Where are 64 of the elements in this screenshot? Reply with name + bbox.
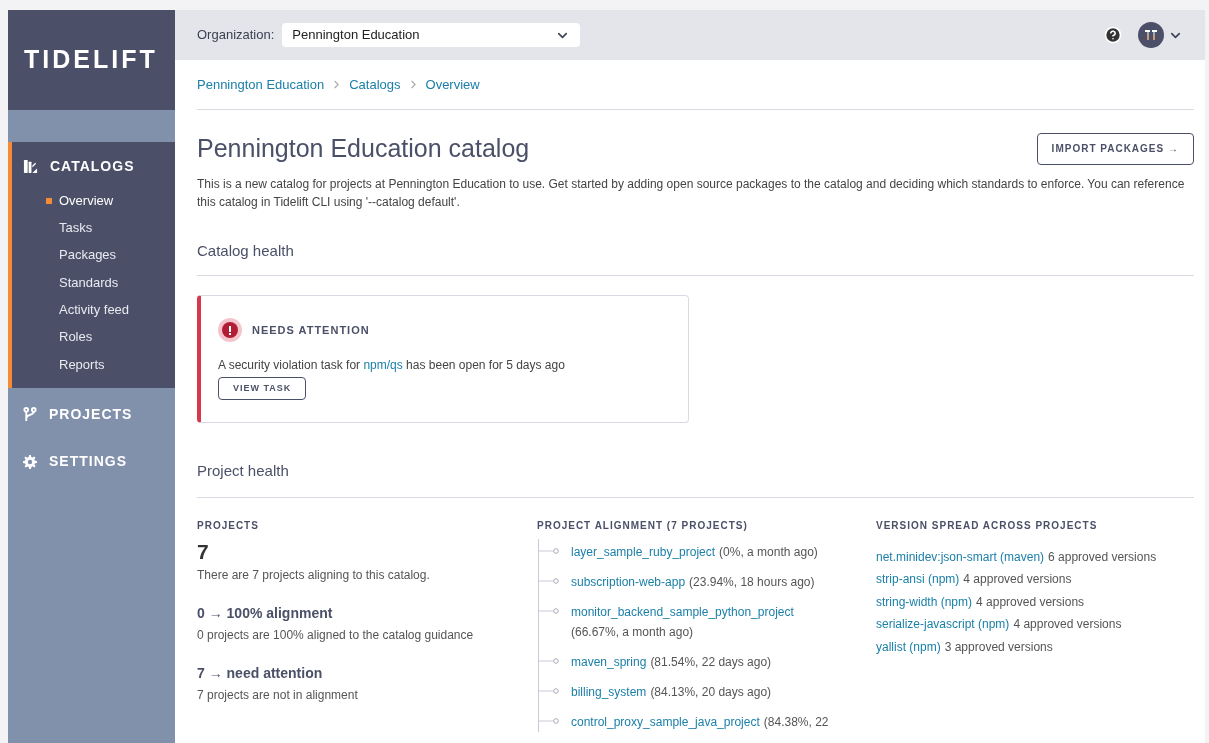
alert-icon xyxy=(218,318,242,342)
package-link[interactable]: npm/qs xyxy=(363,358,403,372)
stat-text: 0 projects are 100% aligned to the catalog guidance xyxy=(197,626,475,644)
sidebar-section[interactable]: PROJECTS xyxy=(8,394,133,436)
selected-marker-icon xyxy=(46,198,52,204)
sidebar-section[interactable]: CATALOGS xyxy=(12,146,135,187)
branch-icon xyxy=(23,407,37,423)
project-link[interactable]: maven_spring xyxy=(571,651,647,672)
project-link[interactable]: layer_sample_ruby_project xyxy=(571,541,716,562)
breadcrumb-link[interactable]: Catalogs xyxy=(349,74,401,95)
package-link[interactable]: net.minidev:json-smart (maven) xyxy=(876,549,1045,564)
version-count: 4 approved versions xyxy=(963,572,1072,586)
project-link[interactable]: monitor_backend_sample_python_project xyxy=(571,601,794,622)
stat-text: 7 projects are not in alignment xyxy=(197,686,359,704)
import-packages-button[interactable]: IMPORT PACKAGES → xyxy=(1036,132,1194,165)
alignment-meta: (0%, a month ago) xyxy=(719,543,818,561)
section-heading: Catalog health xyxy=(197,239,1194,276)
version-count: 3 approved versions xyxy=(944,639,1053,654)
sidebar-item[interactable]: Overview xyxy=(12,187,175,215)
section-heading: Project health xyxy=(197,460,1194,498)
project-link[interactable]: control_proxy_sample_java_project xyxy=(571,711,760,732)
alert-message: A security violation task for npm/qs has been open for 5 days ago xyxy=(218,357,566,374)
project-link[interactable]: billing_system xyxy=(571,681,647,702)
help-icon[interactable] xyxy=(1104,26,1122,44)
view-task-button[interactable]: VIEW TASK xyxy=(218,377,307,401)
alignment-meta: (66.67%, a month ago) xyxy=(571,623,694,641)
column-heading: VERSION SPREAD ACROSS PROJECTS xyxy=(876,518,1099,533)
alert-title: NEEDS ATTENTION xyxy=(252,322,370,338)
project-link[interactable]: subscription-web-app xyxy=(571,571,686,592)
stat-title: 7 → need attention xyxy=(197,663,324,683)
page-title: Pennington Education catalog xyxy=(197,133,530,164)
package-link[interactable]: strip-ansi (npm) xyxy=(876,572,960,586)
organization-label: Organization: xyxy=(197,26,275,45)
column-heading: PROJECT ALIGNMENT (7 PROJECTS) xyxy=(537,518,749,533)
version-count: 6 approved versions xyxy=(1048,549,1157,564)
project-count-text: There are 7 projects aligning to this catalog. xyxy=(197,566,431,584)
package-link[interactable]: yallist (npm) xyxy=(876,639,941,654)
sidebar-item[interactable]: Reports xyxy=(12,350,175,379)
sidebar-item[interactable]: Tasks xyxy=(12,214,175,242)
alignment-meta: (84.13%, 20 days ago) xyxy=(650,683,772,701)
package-link[interactable]: serialize-javascript (npm) xyxy=(876,617,1010,631)
sidebar-section[interactable]: SETTINGS xyxy=(8,441,127,483)
logo[interactable]: TIDELIFT xyxy=(24,41,158,79)
settings-icon xyxy=(23,454,37,469)
alignment-meta: (23.94%, 18 hours ago) xyxy=(689,573,815,591)
sidebar-item[interactable]: Roles xyxy=(12,323,175,351)
organization-select[interactable]: Pennington Education xyxy=(282,23,581,47)
sidebar-item[interactable]: Standards xyxy=(12,268,175,297)
version-count: 4 approved versions xyxy=(1013,617,1122,631)
version-count: 4 approved versions xyxy=(976,594,1085,609)
breadcrumb-link[interactable]: Pennington Education xyxy=(197,74,325,95)
catalog-icon xyxy=(23,159,38,174)
sidebar-item[interactable]: Activity feed xyxy=(12,296,175,324)
catalog-description: This is a new catalog for projects at Pennington Education to use. Get started by adding open source packages to the catalog and deciding which standards to enforce. You can reference this catalog in Tidelift CLI using '--catalog default'. xyxy=(197,175,1186,211)
package-link[interactable]: string-width (npm) xyxy=(876,594,973,609)
sidebar-item[interactable]: Packages xyxy=(12,241,175,269)
user-avatar[interactable] xyxy=(1138,22,1164,48)
column-heading: PROJECTS xyxy=(197,518,260,533)
avatar-logo-icon xyxy=(1144,29,1158,41)
alignment-meta: (81.54%, 22 days ago) xyxy=(650,653,772,671)
alignment-meta: (84.38%, 22 xyxy=(763,713,829,731)
breadcrumb-link[interactable]: Overview xyxy=(425,74,480,95)
project-count: 7 xyxy=(197,538,210,565)
stat-title: 0 → 100% alignment xyxy=(197,603,334,623)
